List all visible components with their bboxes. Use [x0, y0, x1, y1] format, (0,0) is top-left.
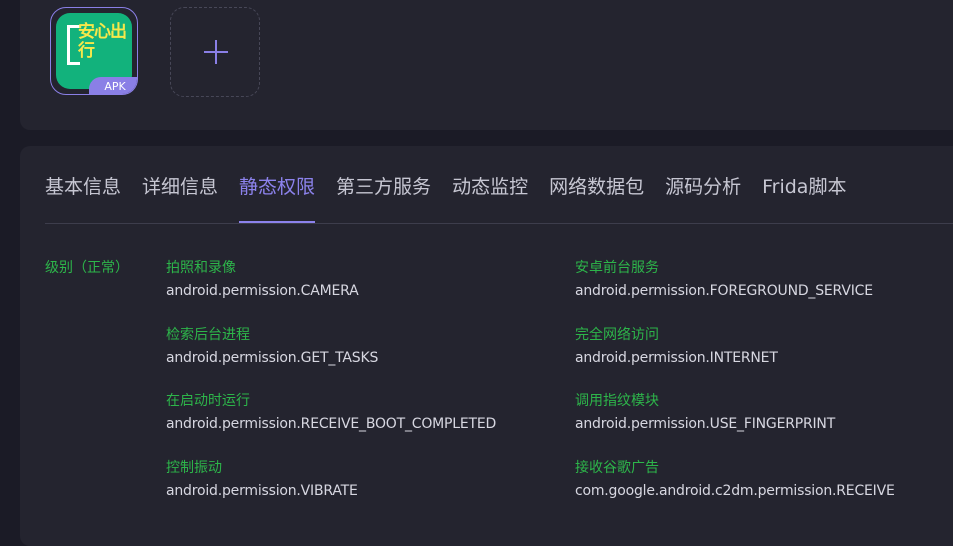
permission-item: 拍照和录像 android.permission.CAMERA — [166, 258, 566, 301]
permission-name: 控制振动 — [166, 460, 222, 476]
permission-id: android.permission.FOREGROUND_SERVICE — [575, 283, 873, 299]
permission-item: 在启动时运行 android.permission.RECEIVE_BOOT_C… — [166, 391, 566, 434]
apk-badge: APK — [89, 77, 137, 94]
tab-divider — [45, 223, 953, 224]
tab-third-party-services[interactable]: 第三方服务 — [336, 172, 431, 224]
plus-icon-vertical — [215, 40, 217, 64]
permission-id: android.permission.INTERNET — [575, 350, 778, 366]
upload-card — [20, 0, 953, 130]
permission-name: 拍照和录像 — [166, 260, 236, 276]
permission-item: 控制振动 android.permission.VIBRATE — [166, 458, 566, 501]
tab-dynamic-monitoring[interactable]: 动态监控 — [452, 172, 528, 224]
permission-item: 接收谷歌广告 com.google.android.c2dm.permissio… — [575, 458, 953, 501]
permission-name: 安卓前台服务 — [575, 260, 659, 276]
permission-name: 在启动时运行 — [166, 393, 250, 409]
permission-id: com.google.android.c2dm.permission.RECEI… — [575, 483, 895, 499]
permission-item: 完全网络访问 android.permission.INTERNET — [575, 325, 953, 368]
tab-network-packets[interactable]: 网络数据包 — [549, 172, 644, 224]
permission-name: 接收谷歌广告 — [575, 460, 659, 476]
tab-static-permissions[interactable]: 静态权限 — [239, 172, 316, 224]
tab-frida-script[interactable]: Frida脚本 — [762, 172, 846, 224]
permission-item: 安卓前台服务 android.permission.FOREGROUND_SER… — [575, 258, 953, 301]
permission-id: android.permission.VIBRATE — [166, 483, 358, 499]
add-apk-button[interactable] — [170, 7, 260, 97]
permission-item: 调用指纹模块 android.permission.USE_FINGERPRIN… — [575, 391, 953, 434]
permission-name: 完全网络访问 — [575, 327, 659, 343]
permission-id: android.permission.USE_FINGERPRINT — [575, 416, 836, 432]
permission-level-label: 级别（正常） — [45, 260, 129, 276]
tab-detail-info[interactable]: 详细信息 — [142, 172, 218, 224]
tab-basic-info[interactable]: 基本信息 — [45, 172, 121, 224]
tab-bar: 基本信息 详细信息 静态权限 第三方服务 动态监控 网络数据包 源码分析 Fri… — [45, 172, 867, 224]
permission-id: android.permission.GET_TASKS — [166, 350, 379, 366]
apk-app-tile[interactable]: 安心出行 APK — [50, 7, 138, 95]
permission-id: android.permission.RECEIVE_BOOT_COMPLETE… — [166, 416, 497, 432]
tab-source-analysis[interactable]: 源码分析 — [665, 172, 741, 224]
permission-name: 调用指纹模块 — [575, 393, 659, 409]
permission-item: 检索后台进程 android.permission.GET_TASKS — [166, 325, 566, 368]
permission-id: android.permission.CAMERA — [166, 283, 359, 299]
permission-name: 检索后台进程 — [166, 327, 250, 343]
app-icon-text: 安心出行 — [78, 22, 127, 61]
